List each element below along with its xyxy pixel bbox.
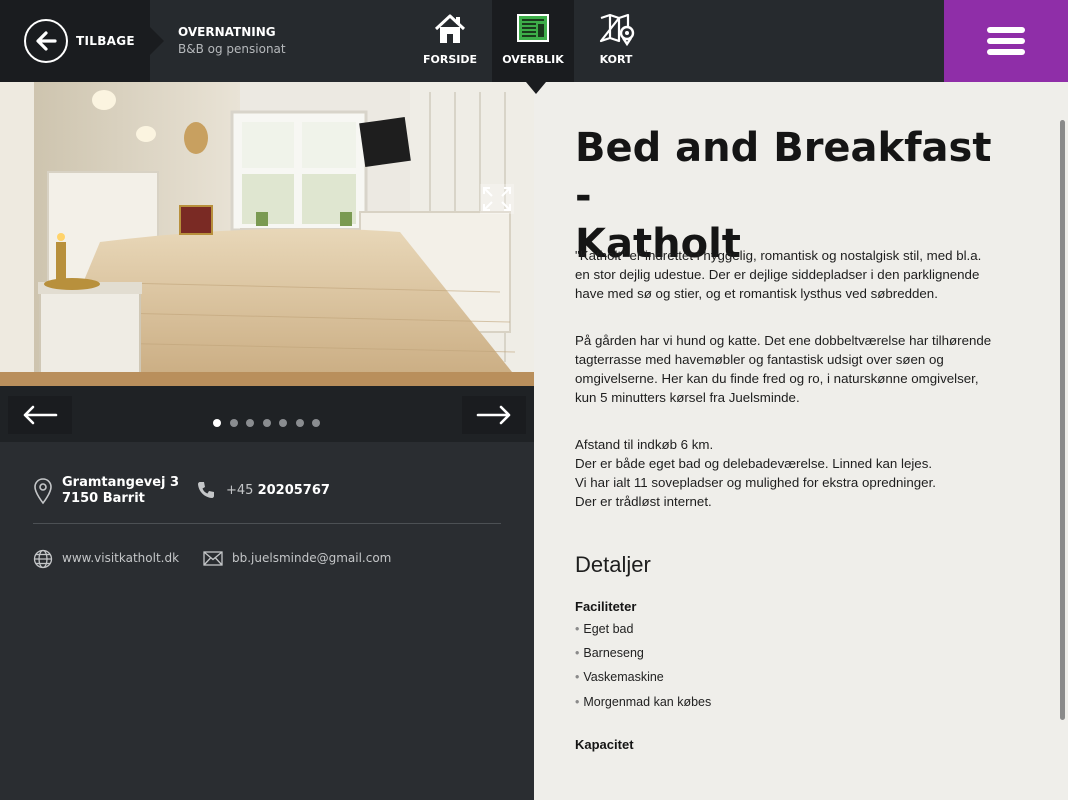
category-title: OVERNATNING: [178, 25, 276, 39]
arrow-right-icon: [476, 405, 511, 425]
globe-icon: [33, 549, 53, 569]
facility-label: Barneseng: [583, 646, 644, 660]
menu-button[interactable]: [944, 0, 1068, 82]
slide-dot[interactable]: [312, 419, 320, 427]
text-line: Afstand til indkøb 6 km.: [575, 437, 714, 452]
text-line: have med sø og stier, og et romantisk ly…: [575, 286, 938, 301]
text-line: Vi har ialt 11 sovepladser og mulighed f…: [575, 475, 936, 490]
title-line1: Bed and Breakfast -: [575, 125, 992, 219]
tab-label: KORT: [599, 53, 633, 66]
text-line: "Katholt" er indrettet i hyggelig, roman…: [575, 248, 982, 263]
contact-divider: [33, 523, 501, 524]
slide-dot[interactable]: [246, 419, 254, 427]
back-label: TILBAGE: [76, 34, 135, 48]
facility-item: • Eget bad: [575, 622, 634, 636]
text-line: tagterrasse med havemøbler og fantastisk…: [575, 352, 944, 367]
back-arrow-icon: [24, 19, 68, 63]
tab-label: FORSIDE: [423, 53, 477, 66]
description-paragraph-1: "Katholt" er indrettet i hyggelig, roman…: [575, 246, 1035, 303]
facility-label: Eget bad: [583, 622, 634, 636]
capacity-heading: Kapacitet: [575, 737, 634, 752]
envelope-icon: [203, 551, 223, 566]
bedroom-photo: [0, 82, 534, 386]
previous-slide-button[interactable]: [8, 396, 72, 434]
gallery-photo[interactable]: [0, 82, 534, 386]
scrollbar[interactable]: [1060, 120, 1065, 720]
detail-panel-footer: [534, 762, 1068, 800]
email-link[interactable]: bb.juelsminde@gmail.com: [232, 551, 391, 565]
details-heading: Detaljer: [575, 552, 651, 577]
facility-item: • Vaskemaskine: [575, 670, 664, 684]
tab-forside[interactable]: FORSIDE: [409, 0, 491, 82]
address-line2: 7150 Barrit: [62, 491, 145, 506]
facility-item: • Barneseng: [575, 646, 644, 660]
category-subtitle: B&B og pensionat: [178, 42, 286, 56]
phone-digits: 20205767: [257, 483, 330, 498]
back-button[interactable]: TILBAGE: [0, 0, 164, 82]
website-link[interactable]: www.visitkatholt.dk: [62, 551, 179, 565]
next-slide-button[interactable]: [462, 396, 526, 434]
description-paragraph-3: Afstand til indkøb 6 km. Der er både ege…: [575, 435, 1035, 511]
phone-icon: [198, 482, 214, 498]
slide-dot[interactable]: [213, 419, 221, 427]
map-icon: [599, 13, 635, 46]
phone-number[interactable]: +45 20205767: [226, 483, 330, 498]
arrow-left-icon: [23, 405, 58, 425]
slide-indicator: [213, 412, 329, 427]
slide-dot[interactable]: [229, 419, 238, 427]
home-icon: [434, 14, 466, 43]
facility-label: Vaskemaskine: [583, 670, 664, 684]
overview-icon: [517, 14, 549, 42]
tab-label: OVERBLIK: [502, 53, 564, 66]
address-line1: Gramtangevej 3: [62, 475, 180, 490]
top-bar: TILBAGE OVERNATNING B&B og pensionat FOR…: [0, 0, 1068, 94]
location-pin-icon: [34, 478, 52, 505]
text-line: Der er trådløst internet.: [575, 494, 712, 509]
text-line: kun 5 minutters kørsel fra Juelsminde.: [575, 390, 800, 405]
facility-item: • Morgenmad kan købes: [575, 695, 712, 709]
facilities-heading: Faciliteter: [575, 599, 637, 614]
hamburger-menu-icon: [987, 27, 1025, 33]
slide-dot[interactable]: [279, 419, 287, 427]
text-line: På gården har vi hund og katte. Det ene …: [575, 333, 992, 348]
gallery-controls: [0, 386, 534, 442]
phone-prefix: +45: [226, 483, 254, 498]
detail-panel: Bed and Breakfast - Katholt "Katholt" er…: [534, 82, 1068, 762]
description-paragraph-2: På gården har vi hund og katte. Det ene …: [575, 331, 1035, 407]
text-line: omgivelserne. Her kan du finde fred og r…: [575, 371, 979, 386]
text-line: en stor dejlig udestue. Der er dejlige s…: [575, 267, 980, 282]
left-panel: [0, 82, 534, 800]
facility-label: Morgenmad kan købes: [583, 695, 712, 709]
slide-dot[interactable]: [295, 419, 304, 427]
fullscreen-icon[interactable]: [480, 184, 514, 218]
tab-kort[interactable]: KORT: [575, 0, 657, 82]
text-line: Der er både eget bad og delebadeværelse.…: [575, 456, 933, 471]
tab-overblik[interactable]: OVERBLIK: [492, 0, 574, 94]
slide-dot[interactable]: [262, 419, 271, 427]
